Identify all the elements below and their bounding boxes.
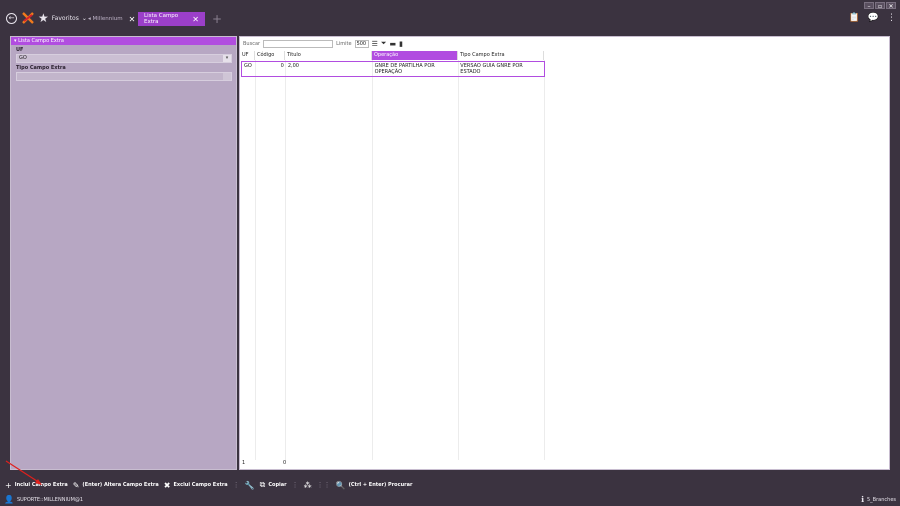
action-toolbar: + Inclui Campo Extra ✎ (Enter) Altera Ca… [0, 478, 900, 492]
copy-label: Copiar [268, 482, 287, 488]
table-row[interactable]: GO 0 2,00 GNRE DE PARTILHA POR OPERAÇÃO … [241, 61, 545, 77]
user-icon: 👤 [4, 495, 14, 504]
toolbar-grip: ⋮⋮ [316, 481, 331, 489]
search-button-label: (Ctrl + Enter) Procurar [348, 482, 413, 488]
limit-label: Limite [336, 40, 352, 47]
column-divider [372, 60, 373, 460]
export-icon[interactable]: ▮ [399, 40, 403, 48]
column-divider [458, 60, 459, 460]
more-vertical-icon[interactable]: ⋮ [887, 13, 896, 23]
limit-input[interactable]: 500 [354, 39, 369, 48]
uf-label: UF [16, 47, 24, 53]
back-icon[interactable]: ← [6, 13, 17, 24]
tipo-campo-extra-label: Tipo Campo Extra [16, 65, 66, 71]
column-header-operacao[interactable]: Operação [372, 51, 458, 60]
close-tab-icon[interactable]: ✕ [129, 15, 136, 24]
table-header: UF Código Titulo Operação Tipo Campo Ext… [240, 51, 891, 60]
title-bar: – ▫ ✕ ← ★ Favoritos ⌄ ◂ Millennium ✕ Lis… [0, 0, 900, 30]
cell-codigo: 0 [280, 63, 284, 69]
new-tab-icon[interactable]: + [212, 13, 222, 25]
column-divider [285, 60, 286, 460]
tab-lista-campo-extra[interactable]: Lista Campo Extra ✕ [138, 12, 205, 26]
footer-sum: 0 [283, 460, 287, 466]
pencil-icon: ✎ [72, 480, 80, 490]
cell-tipo-campo-extra: VERSAO GUIA GNRE POR ESTADO [460, 63, 523, 75]
branch-info[interactable]: ℹ 5_Branches [861, 495, 896, 504]
user-label: SUPORTE::MILLENNIUM@1 [16, 496, 84, 503]
clipboard-icon[interactable]: 📋 [849, 13, 860, 23]
app-logo-icon[interactable] [22, 12, 34, 24]
search-input[interactable] [263, 39, 334, 48]
copy-icon: ⧉ [259, 480, 266, 489]
filter-icon[interactable]: ⏷ [381, 39, 387, 48]
wrench-icon[interactable]: 🔧 [245, 481, 255, 490]
group-icon[interactable]: ▬ [389, 40, 396, 48]
grid-footer: 1 0 [240, 457, 891, 469]
column-header-tipo-campo-extra[interactable]: Tipo Campo Extra [458, 51, 544, 60]
cell-uf: GO [244, 63, 252, 69]
chat-icon[interactable]: 💬 [868, 13, 879, 23]
close-window-button[interactable]: ✕ [886, 2, 896, 10]
grid-toolbar: Buscar Limite 500 ☰ ⏷ ▬ ▮ [240, 37, 889, 50]
favorites-menu[interactable]: ★ Favoritos ⌄ [38, 11, 87, 25]
status-bar: 👤 SUPORTE::MILLENNIUM@1 ℹ 5_Branches [0, 493, 900, 506]
close-icon: ✖ [163, 480, 171, 490]
chevron-down-icon[interactable] [223, 73, 231, 80]
cell-operacao: GNRE DE PARTILHA POR OPERAÇÃO [374, 63, 435, 75]
branch-label: 5_Branches [867, 496, 896, 503]
minimize-button[interactable]: – [864, 2, 874, 10]
chevron-down-icon[interactable]: ▾ [223, 55, 231, 62]
user-info: 👤 SUPORTE::MILLENNIUM@1 [4, 495, 83, 504]
columns-icon[interactable]: ☰ [372, 40, 378, 48]
uf-value: GO [19, 55, 27, 61]
results-panel: Buscar Limite 500 ☰ ⏷ ▬ ▮ UF Código Titu… [239, 36, 890, 470]
alter-label: (Enter) Altera Campo Extra [82, 482, 159, 488]
include-button[interactable]: + Inclui Campo Extra [5, 481, 68, 490]
include-label: Inclui Campo Extra [14, 482, 68, 488]
tab-label: Lista Campo Extra [144, 13, 179, 25]
exclude-label: Exclui Campo Extra [173, 482, 228, 488]
maximize-button[interactable]: ▫ [875, 2, 885, 10]
toolbar-grip: ⋮ [232, 481, 240, 489]
column-divider [255, 60, 256, 460]
search-label: Buscar [243, 40, 261, 47]
search-icon: 🔍 [335, 480, 346, 490]
alter-button[interactable]: ✎ (Enter) Altera Campo Extra [73, 481, 159, 490]
close-tab-icon[interactable]: ✕ [192, 15, 199, 24]
column-header-codigo[interactable]: Código [255, 51, 285, 60]
tipo-campo-extra-select[interactable] [16, 72, 232, 81]
uf-select[interactable]: GO ▾ [16, 54, 232, 63]
column-header-titulo[interactable]: Titulo [285, 51, 372, 60]
star-icon: ★ [38, 11, 49, 25]
filter-panel: ▾ Lista Campo Extra UF GO ▾ Tipo Campo E… [10, 36, 237, 470]
plus-icon: + [5, 480, 12, 490]
filter-panel-header[interactable]: ▾ Lista Campo Extra [11, 37, 236, 45]
column-header-uf[interactable]: UF [240, 51, 255, 60]
exclude-button[interactable]: ✖ Exclui Campo Extra [164, 481, 228, 490]
tab-millennium[interactable]: ◂ Millennium ✕ [82, 12, 141, 26]
tab-label: ◂ Millennium [88, 16, 123, 22]
toolbar-grip: ⋮ [291, 481, 299, 489]
column-divider [544, 60, 545, 460]
copy-button[interactable]: ⧉ Copiar [260, 480, 287, 490]
footer-count: 1 [242, 460, 246, 466]
cell-titulo: 2,00 [287, 63, 299, 69]
search-button[interactable]: 🔍 (Ctrl + Enter) Procurar [336, 481, 413, 490]
info-icon: ℹ [860, 495, 864, 504]
header-actions: 📋 💬 ⋮ [849, 13, 896, 23]
hierarchy-icon[interactable]: ⁂ [304, 481, 312, 490]
favorites-label: Favoritos [51, 14, 79, 22]
window-controls: – ▫ ✕ [864, 2, 896, 10]
